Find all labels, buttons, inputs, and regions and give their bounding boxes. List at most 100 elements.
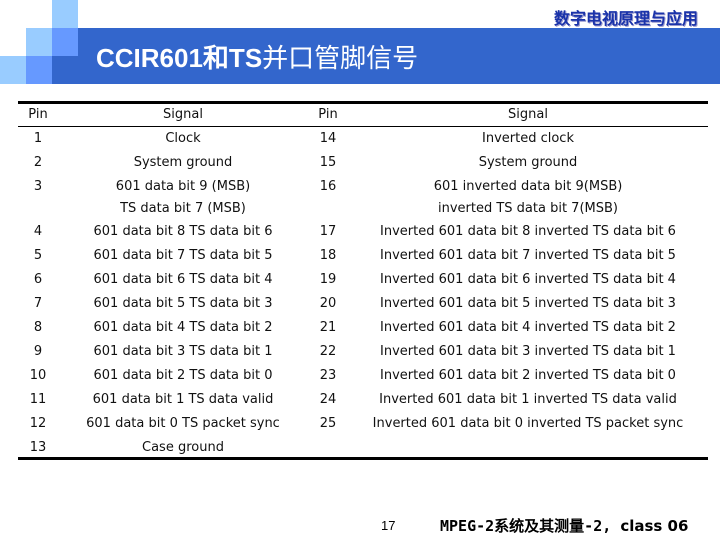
cell-signal: Inverted 601 data bit 8 inverted TS data…: [348, 220, 708, 244]
slide-title-cn: 并口管脚信号: [262, 43, 419, 73]
cell-pin: 2: [33, 155, 43, 170]
cell-pin: 11: [29, 392, 47, 407]
cell-signal: Inverted 601 data bit 7 inverted TS data…: [348, 244, 708, 268]
table-row: 5 601 data bit 7 TS data bit 5 18 Inverted …: [18, 244, 708, 268]
cell-pin: 3: [33, 179, 43, 194]
cell-pin: 15: [319, 155, 337, 170]
cell-pin: 20: [319, 296, 337, 311]
table-row: 9 601 data bit 3 TS data bit 1 22 Inverted …: [18, 340, 708, 364]
header-signal: Signal: [508, 107, 548, 122]
decor-square: [26, 56, 52, 84]
table-row: 10 601 data bit 2 TS data bit 0 23 Inverted…: [18, 364, 708, 388]
table-row: 3 601 data bit 9 (MSB) TS data bit 7 (MSB)…: [18, 175, 708, 220]
cell-pin: 21: [319, 320, 337, 335]
cell-signal: 601 inverted data bit 9(MSB) inverted TS …: [348, 175, 708, 220]
footer-course-en: class 06: [620, 517, 689, 535]
cell-signal: Clock: [58, 127, 308, 151]
cell-pin: 12: [29, 416, 47, 431]
cell-signal-line: Inverted 601 data bit 3 inverted TS data…: [380, 344, 676, 359]
cell-signal: Inverted 601 data bit 5 inverted TS data…: [348, 292, 708, 316]
pin-signal-table: Pin Signal Pin Signal 1 Clock 14 Inverted c…: [18, 104, 708, 460]
cell-signal: Inverted 601 data bit 2 inverted TS data…: [348, 364, 708, 388]
slide-title-latin: CCIR601和TS: [96, 43, 263, 73]
cell-pin: 1: [33, 131, 43, 146]
cell-signal: 601 data bit 9 (MSB) TS data bit 7 (MSB): [58, 175, 308, 220]
header-pin: Pin: [318, 107, 338, 122]
cell-signal-line: 601 data bit 4 TS data bit 2: [93, 320, 273, 335]
decor-square: [52, 28, 78, 56]
cell-signal-line: Inverted 601 data bit 0 inverted TS pack…: [372, 416, 684, 431]
cell-signal: 601 data bit 1 TS data valid: [58, 388, 308, 412]
cell-signal-line: 601 data bit 0 TS packet sync: [86, 416, 280, 431]
header-signal: Signal: [163, 107, 203, 122]
slide-title: CCIR601和TS并口管脚信号: [96, 38, 418, 75]
cell-signal-line: TS data bit 7 (MSB): [120, 201, 246, 216]
cell-pin: 5: [33, 248, 43, 263]
cell-pin: 23: [319, 368, 337, 383]
cell-signal-line: 601 data bit 6 TS data bit 4: [93, 272, 273, 287]
cell-pin: 16: [319, 179, 337, 194]
cell-pin: 19: [319, 272, 337, 287]
cell-signal-line: Inverted 601 data bit 5 inverted TS data…: [380, 296, 676, 311]
cell-signal: Inverted 601 data bit 6 inverted TS data…: [348, 268, 708, 292]
cell-signal: Inverted 601 data bit 4 inverted TS data…: [348, 316, 708, 340]
cell-signal-line: Inverted 601 data bit 1 inverted TS data…: [379, 392, 677, 407]
cell-pin: 22: [319, 344, 337, 359]
cell-signal: 601 data bit 3 TS data bit 1: [58, 340, 308, 364]
decor-square: [26, 28, 52, 56]
cell-signal: Inverted 601 data bit 3 inverted TS data…: [348, 340, 708, 364]
cell-signal: Inverted 601 data bit 1 inverted TS data…: [348, 388, 708, 412]
cell-signal-line: Inverted 601 data bit 2 inverted TS data…: [380, 368, 676, 383]
cell-signal-line: System ground: [133, 155, 233, 170]
cell-pin: 24: [319, 392, 337, 407]
cell-pin: 10: [29, 368, 47, 383]
cell-pin: 14: [319, 131, 337, 146]
course-title: 数字电视原理与应用: [553, 9, 698, 28]
cell-signal-line: Inverted 601 data bit 7 inverted TS data…: [380, 248, 676, 263]
cell-signal: 601 data bit 5 TS data bit 3: [58, 292, 308, 316]
table-row: 11 601 data bit 1 TS data valid 24 Inverted…: [18, 388, 708, 412]
cell-pin: 9: [33, 344, 43, 359]
cell-signal-line: 601 data bit 7 TS data bit 5: [93, 248, 273, 263]
cell-signal-line: Case ground: [142, 440, 224, 455]
page-number: 17: [381, 518, 396, 533]
table-row: 8 601 data bit 4 TS data bit 2 21 Inverted …: [18, 316, 708, 340]
cell-pin: 18: [319, 248, 337, 263]
cell-signal-line: System ground: [478, 155, 578, 170]
cell-signal-line: 601 data bit 9 (MSB): [115, 179, 251, 194]
table-row: 6 601 data bit 6 TS data bit 4 19 Inverted …: [18, 268, 708, 292]
table-row: 4 601 data bit 8 TS data bit 6 17 Inverted …: [18, 220, 708, 244]
cell-signal-line: 601 data bit 5 TS data bit 3: [93, 296, 273, 311]
table-header-row: Pin Signal Pin Signal: [18, 104, 708, 127]
cell-signal: System ground: [58, 151, 308, 175]
decor-square: [52, 0, 78, 28]
cell-signal-line: Inverted clock: [482, 131, 574, 146]
cell-signal: 601 data bit 0 TS packet sync: [58, 412, 308, 436]
cell-signal-line: Inverted 601 data bit 8 inverted TS data…: [380, 224, 676, 239]
cell-signal: 601 data bit 2 TS data bit 0: [58, 364, 308, 388]
cell-pin: 25: [319, 416, 337, 431]
footer-course-cn: MPEG-2系统及其测量-2,: [440, 517, 612, 535]
cell-signal-line: 601 data bit 3 TS data bit 1: [93, 344, 273, 359]
cell-signal: System ground: [348, 151, 708, 175]
cell-signal: Inverted 601 data bit 0 inverted TS pack…: [348, 412, 708, 436]
cell-pin: 8: [33, 320, 43, 335]
cell-pin: 6: [33, 272, 43, 287]
cell-signal: Inverted clock: [348, 127, 708, 151]
cell-signal-line: inverted TS data bit 7(MSB): [437, 201, 618, 216]
table-row: 7 601 data bit 5 TS data bit 3 20 Inverted …: [18, 292, 708, 316]
cell-signal-line: Inverted 601 data bit 6 inverted TS data…: [380, 272, 676, 287]
cell-pin: 4: [33, 224, 43, 239]
cell-signal-line: 601 inverted data bit 9(MSB): [433, 179, 623, 194]
cell-pin: 17: [319, 224, 337, 239]
cell-signal-line: 601 data bit 1 TS data valid: [92, 392, 274, 407]
cell-signal: 601 data bit 8 TS data bit 6: [58, 220, 308, 244]
table-row: 12 601 data bit 0 TS packet sync 25 Inverte…: [18, 412, 708, 436]
cell-signal-line: 601 data bit 2 TS data bit 0: [93, 368, 273, 383]
cell-signal: 601 data bit 6 TS data bit 4: [58, 268, 308, 292]
table-row: 2 System ground 15 System ground: [18, 151, 708, 175]
decor-square: [0, 56, 26, 84]
cell-signal: 601 data bit 4 TS data bit 2: [58, 316, 308, 340]
cell-signal-line: Inverted 601 data bit 4 inverted TS data…: [380, 320, 676, 335]
cell-signal: 601 data bit 7 TS data bit 5: [58, 244, 308, 268]
